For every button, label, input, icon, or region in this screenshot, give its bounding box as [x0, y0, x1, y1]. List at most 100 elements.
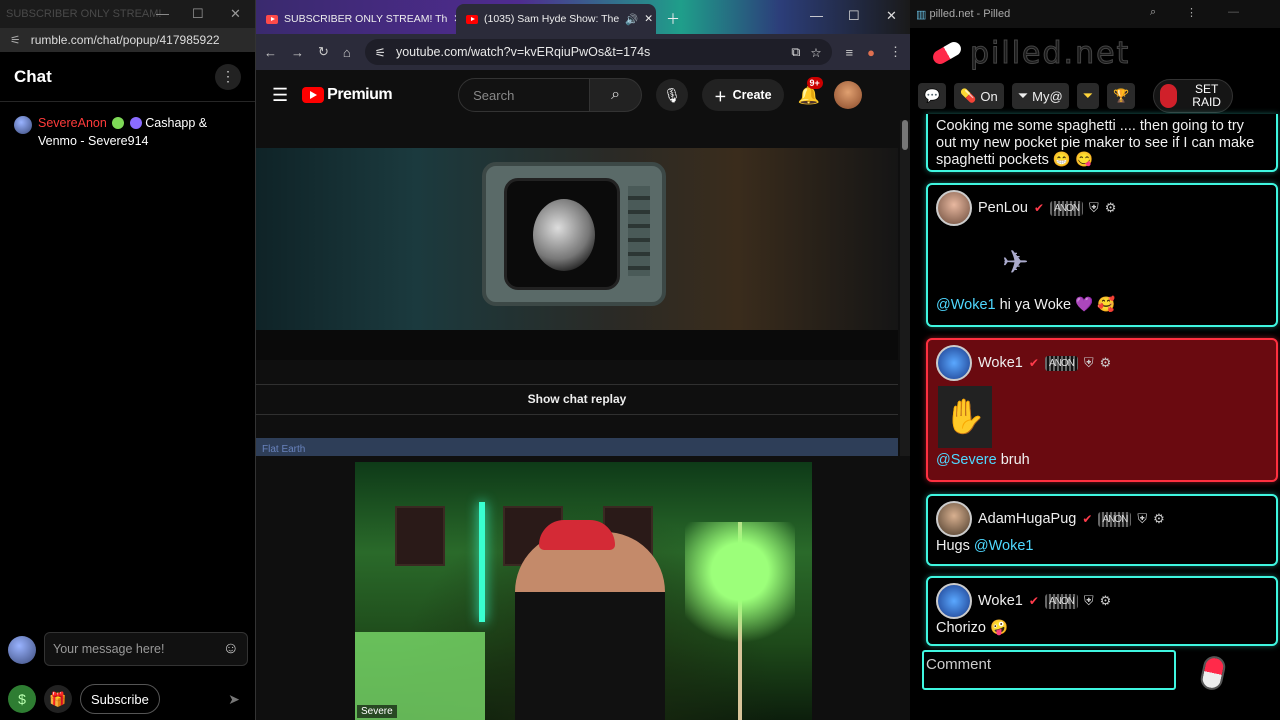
maximize-icon[interactable]: ☐ — [848, 8, 860, 24]
minimize-icon[interactable]: — — [156, 6, 169, 21]
page-scrollbar[interactable] — [900, 120, 910, 456]
send-icon[interactable]: ➤ — [220, 685, 248, 713]
shield-icon[interactable]: ⛨ — [1089, 200, 1099, 216]
maximize-icon[interactable]: ☐ — [192, 6, 204, 22]
zoom-icon[interactable]: ⌕ — [1150, 6, 1156, 19]
video-player[interactable] — [256, 148, 898, 330]
bookmark-star-icon[interactable]: ☆ — [810, 45, 821, 60]
pilled-logo[interactable]: pilled.net — [910, 28, 1280, 78]
gear-icon[interactable]: ⚙ — [1153, 511, 1165, 527]
omnibox[interactable]: ⚟ youtube.com/watch?v=kvERqiuPwOs&t=174s… — [364, 39, 832, 65]
mentions-filter-button[interactable]: ⏷ My@ — [1011, 83, 1069, 109]
create-button[interactable]: ＋ Create — [702, 79, 784, 111]
chat-card: PenLou ✔ ANON ⛨ ⚙ ✈ @Woke1 hi ya Woke 💜 … — [926, 183, 1278, 327]
tab-youtube[interactable]: (1035) Sam Hyde Show: The 🔊 ✕ — [456, 4, 656, 34]
emoji-icon[interactable]: ☺ — [223, 640, 239, 658]
chat-message-text: Cooking me some spaghetti .... then goin… — [936, 118, 1255, 168]
message-input[interactable]: Your message here! ☺ — [44, 632, 248, 666]
forward-icon[interactable]: → — [291, 45, 304, 60]
subscribe-button[interactable]: Subscribe — [80, 684, 160, 714]
mention-link[interactable]: @Severe — [936, 452, 997, 468]
message-body: hi ya Woke 💜 🥰 — [995, 297, 1116, 313]
chat-username[interactable]: SevereAnon — [38, 116, 107, 130]
scrollbar-thumb[interactable] — [902, 120, 908, 150]
menu-icon[interactable]: ⋮ — [889, 44, 902, 60]
notifications-bell-icon[interactable]: 🔔 9+ — [798, 76, 823, 106]
new-tab-icon[interactable]: ＋ — [656, 4, 690, 34]
shield-icon[interactable]: ⛨ — [1084, 593, 1094, 609]
sticker-area: ✋ — [936, 382, 1268, 452]
sticker-area: ✈ — [936, 227, 1268, 297]
close-icon[interactable]: ✕ — [886, 8, 897, 24]
highlight-filter-button[interactable]: ⏷ — [1076, 83, 1100, 109]
site-info-icon[interactable]: ⚟ — [375, 45, 386, 60]
youtube-header: ☰ Premium Search ⌕ 🎙 ＋ Create 🔔 9+ — [256, 70, 910, 120]
trophy-button[interactable]: 🏆 — [1107, 83, 1136, 109]
site-info-icon[interactable]: ⚟ — [10, 33, 21, 47]
tab-strip: SUBSCRIBER ONLY STREAM! Th ✕ (1035) Sam … — [256, 0, 910, 34]
show-chat-replay-button[interactable]: Show chat replay — [256, 384, 898, 414]
tab-close-icon[interactable]: ✕ — [644, 13, 653, 25]
back-icon[interactable]: ← — [264, 45, 277, 60]
search-placeholder: Search — [473, 87, 515, 103]
minimize-icon[interactable]: — — [1228, 6, 1239, 18]
avatar[interactable] — [936, 190, 972, 226]
pill-on-button[interactable]: 💊 On — [954, 83, 1004, 109]
avatar[interactable] — [936, 345, 972, 381]
gear-icon[interactable]: ⚙ — [1105, 200, 1117, 216]
avatar[interactable] — [14, 116, 32, 134]
url-bar[interactable]: ⚟ rumble.com/chat/popup/417985922 — [0, 28, 255, 52]
retro-tv-image — [482, 162, 666, 306]
pilled-chat-window: ▥ pilled.net - Pilled ⌕ ⋮ — pilled.net 💬… — [910, 0, 1280, 720]
avatar[interactable] — [936, 583, 972, 619]
home-icon[interactable]: ⌂ — [343, 45, 351, 60]
verified-check-icon: ✔ — [1028, 356, 1039, 370]
shield-icon[interactable]: ⛨ — [1137, 511, 1147, 527]
card-header: Woke1 ✔ ANON ⛨ ⚙ — [936, 344, 1268, 382]
reload-icon[interactable]: ↻ — [318, 44, 329, 60]
comment-placeholder: Comment — [926, 656, 992, 673]
avatar[interactable] — [936, 501, 972, 537]
wall-art — [395, 506, 445, 566]
account-avatar[interactable] — [833, 81, 862, 109]
chat-username[interactable]: AdamHugaPug — [978, 511, 1076, 527]
gear-icon[interactable]: ⚙ — [1100, 355, 1112, 371]
gift-icon[interactable]: 🎁 — [44, 685, 72, 713]
close-icon[interactable]: ✕ — [230, 6, 241, 22]
hamburger-menu-icon[interactable]: ☰ — [272, 85, 288, 106]
extensions-icon[interactable]: ≡ — [846, 45, 854, 60]
mention-link[interactable]: @Woke1 — [974, 538, 1034, 554]
on-label: On — [980, 88, 998, 104]
chat-card: Woke1 ✔ ANON ⛨ ⚙ Chorizo 🤪 — [926, 576, 1278, 646]
dollar-icon[interactable]: $ — [8, 685, 36, 713]
chat-username[interactable]: Woke1 — [978, 593, 1023, 609]
send-pill-icon[interactable] — [1198, 654, 1228, 692]
chat-toggle-button[interactable]: 💬 — [918, 83, 947, 109]
set-raid-button[interactable]: SET RAID — [1153, 79, 1234, 113]
tab-rumble[interactable]: SUBSCRIBER ONLY STREAM! Th ✕ — [256, 4, 456, 34]
rumble-chat-window: SUBSCRIBER ONLY STREAM! — ☐ ✕ ⚟ rumble.c… — [0, 0, 256, 720]
mention-link[interactable]: @Woke1 — [936, 297, 996, 313]
minimize-icon[interactable]: — — [810, 8, 823, 23]
more-options-icon[interactable]: ⋮ — [215, 63, 241, 90]
webcam-video[interactable]: Severe — [355, 462, 812, 720]
card-header: Woke1 ✔ ANON ⛨ ⚙ — [936, 582, 1268, 620]
search-icon[interactable]: ⌕ — [590, 78, 643, 112]
open-external-icon[interactable]: ⧉ — [791, 45, 800, 60]
microphone-icon[interactable]: 🎙 — [656, 79, 689, 111]
rank-badge: ANON — [1044, 593, 1078, 609]
youtube-logo[interactable]: Premium — [302, 86, 393, 104]
chat-username[interactable]: Woke1 — [978, 355, 1023, 371]
tab-label: SUBSCRIBER ONLY STREAM! Th — [284, 13, 448, 25]
search-input[interactable]: Search — [458, 78, 591, 112]
youtube-browser-window: SUBSCRIBER ONLY STREAM! Th ✕ (1035) Sam … — [256, 0, 910, 720]
shield-icon[interactable]: ⛨ — [1084, 355, 1094, 371]
comment-input[interactable]: Comment — [922, 650, 1176, 690]
chat-username[interactable]: PenLou — [978, 200, 1028, 216]
profile-icon[interactable]: ● — [867, 45, 875, 60]
menu-icon[interactable]: ⋮ — [1186, 6, 1197, 19]
message-input-placeholder: Your message here! — [53, 642, 165, 656]
right-titlebar: ▥ pilled.net - Pilled ⌕ ⋮ — — [910, 0, 1280, 28]
speaker-icon[interactable]: 🔊 — [625, 13, 638, 26]
gear-icon[interactable]: ⚙ — [1100, 593, 1112, 609]
